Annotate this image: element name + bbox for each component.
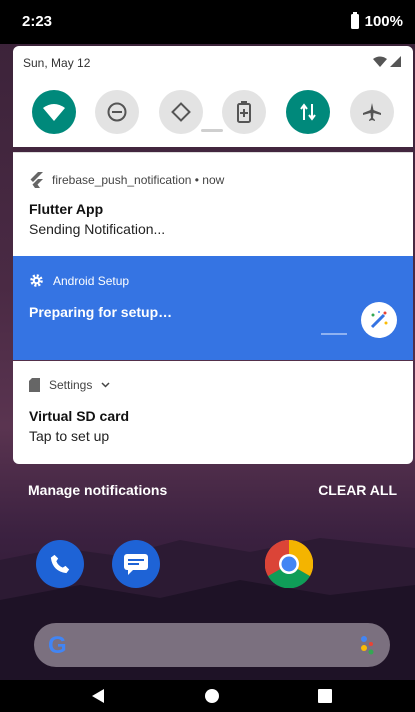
clear-all-button[interactable]: CLEAR ALL — [318, 482, 397, 498]
auto-rotate-icon — [171, 102, 191, 122]
chrome-icon — [265, 540, 313, 588]
magic-wand-icon[interactable] — [361, 302, 397, 338]
tile-battery-saver[interactable] — [222, 90, 266, 134]
notification-app-name: firebase_push_notification • now — [52, 173, 225, 187]
flutter-icon — [30, 172, 43, 188]
airplane-icon — [363, 103, 381, 121]
messages-app[interactable] — [112, 540, 160, 588]
notification-title: Flutter App — [29, 201, 104, 217]
tile-wifi[interactable] — [32, 90, 76, 134]
setup-progress — [321, 333, 347, 335]
gear-icon — [30, 274, 43, 287]
messages-icon — [124, 554, 148, 575]
notification-body: Sending Notification... — [29, 221, 166, 237]
notification-settings[interactable]: Settings Virtual SD card Tap to set up — [13, 361, 413, 464]
battery-status: 100% — [350, 12, 403, 30]
qs-expand-handle[interactable] — [201, 129, 223, 132]
google-logo: G — [48, 632, 67, 659]
wifi-icon — [43, 103, 65, 121]
notification-title: Preparing for setup… — [29, 304, 173, 320]
navigation-bar — [0, 680, 415, 712]
tile-auto-rotate[interactable] — [159, 90, 203, 134]
battery-saver-icon — [237, 101, 251, 123]
notification-header: firebase_push_notification • now — [29, 172, 224, 188]
quick-settings-panel: Sun, May 12 — [13, 46, 413, 147]
signal-indicators — [373, 56, 401, 67]
chrome-app[interactable] — [265, 540, 313, 588]
battery-percent: 100% — [364, 13, 403, 30]
status-bar: 2:23 100% — [0, 0, 415, 44]
notification-body: Tap to set up — [29, 428, 110, 444]
tile-airplane-mode[interactable] — [350, 90, 394, 134]
manage-notifications-button[interactable]: Manage notifications — [28, 482, 167, 498]
recents-icon[interactable] — [317, 688, 333, 704]
battery-icon — [350, 12, 359, 29]
wifi-status-icon — [373, 56, 387, 67]
status-time: 2:23 — [22, 13, 53, 30]
qs-date[interactable]: Sun, May 12 — [23, 56, 90, 70]
notification-android-setup[interactable]: Android Setup Preparing for setup… — [13, 256, 413, 360]
notification-app-name: Settings — [49, 378, 93, 392]
tile-mobile-data[interactable] — [286, 90, 330, 134]
google-search-bar[interactable]: G — [34, 623, 390, 667]
notification-app-name: Android Setup — [53, 273, 130, 288]
back-icon[interactable] — [90, 688, 106, 704]
tile-do-not-disturb[interactable] — [95, 90, 139, 134]
notification-flutter[interactable]: firebase_push_notification • now Flutter… — [13, 152, 413, 256]
sd-card-icon — [29, 378, 40, 392]
notification-header: Settings — [29, 378, 110, 392]
notification-header: Android Setup — [29, 273, 129, 288]
data-transfer-icon — [300, 103, 316, 121]
chevron-down-icon[interactable] — [101, 382, 110, 388]
assistant-mic-icon[interactable] — [360, 635, 374, 655]
home-icon[interactable] — [204, 688, 220, 704]
cell-signal-icon — [390, 56, 401, 67]
phone-icon — [50, 554, 70, 574]
notification-title: Virtual SD card — [29, 408, 130, 424]
phone-app[interactable] — [36, 540, 84, 588]
do-not-disturb-icon — [107, 102, 127, 122]
